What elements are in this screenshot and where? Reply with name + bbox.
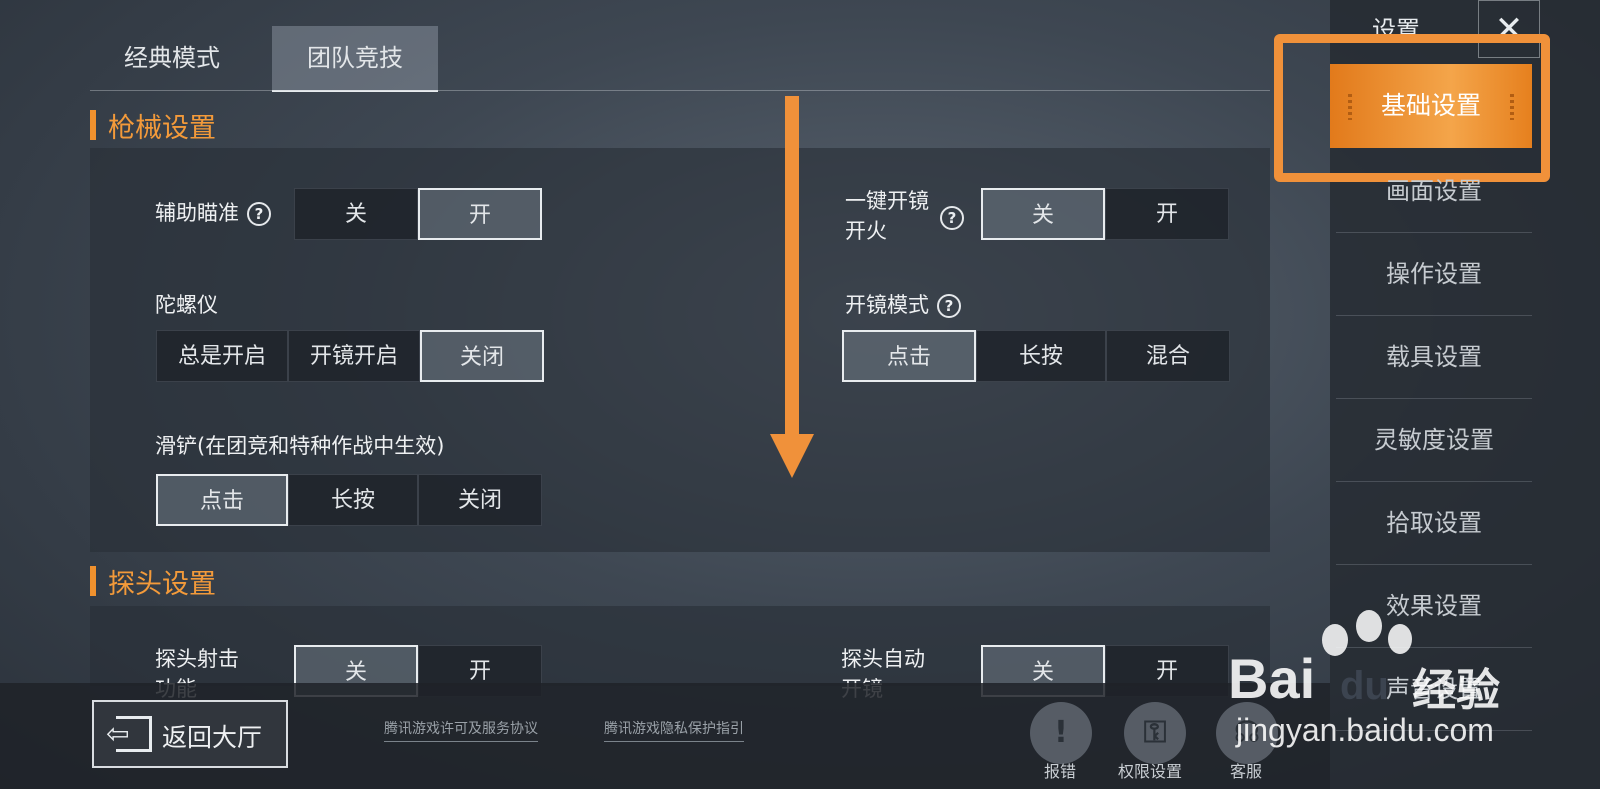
watermark-url: jingyan.baidu.com: [1236, 712, 1494, 748]
one-tap-scope-fire-off[interactable]: 关: [981, 188, 1105, 240]
license-agreement-link[interactable]: 腾讯游戏许可及服务协议: [384, 718, 538, 742]
one-tap-scope-fire-on[interactable]: 开: [1105, 188, 1229, 240]
tab-divider: [90, 90, 1270, 91]
sidebar-item-controls[interactable]: 操作设置: [1336, 233, 1532, 316]
scope-mode-hold[interactable]: 长按: [976, 330, 1106, 382]
section-accent-bar: [90, 566, 96, 596]
scope-mode-mixed[interactable]: 混合: [1106, 330, 1230, 382]
report-error-label: 报错: [1044, 762, 1077, 781]
permission-settings-label: 权限设置: [1118, 762, 1183, 781]
gyroscope-scope-on[interactable]: 开镜开启: [288, 330, 420, 382]
paw-icon: [1356, 610, 1382, 642]
watermark-brand: Bai: [1228, 647, 1316, 710]
paw-icon: [1322, 624, 1348, 656]
aim-assist-label: 辅助瞄准?: [155, 200, 271, 226]
privacy-guide-link[interactable]: 腾讯游戏隐私保护指引: [604, 718, 744, 742]
scope-mode-label: 开镜模式?: [845, 292, 961, 318]
watermark-brand-du: du: [1340, 664, 1389, 708]
gyroscope-label: 陀螺仪: [155, 293, 218, 317]
annotation-arrow-shaft: [785, 96, 799, 438]
tab-team-deathmatch[interactable]: 团队竞技: [272, 26, 438, 92]
back-to-lobby-label: 返回大厅: [162, 723, 263, 752]
aim-assist-on[interactable]: 开: [418, 188, 542, 240]
section-peek-title: 探头设置: [108, 569, 216, 600]
slide-tap[interactable]: 点击: [156, 474, 288, 526]
help-icon[interactable]: ?: [937, 294, 961, 318]
one-tap-scope-fire-label-line2: 开火: [845, 219, 887, 243]
one-tap-scope-fire-toggle[interactable]: 关 开: [981, 188, 1229, 242]
gyroscope-selector[interactable]: 总是开启 开镜开启 关闭: [156, 330, 544, 384]
slide-hold[interactable]: 长按: [288, 474, 418, 526]
slide-selector[interactable]: 点击 长按 关闭: [156, 474, 542, 528]
peek-auto-scope-label: 探头自动: [841, 647, 925, 671]
watermark-brand-jingyan: 经验: [1412, 665, 1500, 716]
back-to-lobby-button[interactable]: ⇦ 返回大厅: [92, 700, 288, 768]
back-arrow-icon: ⇦: [106, 717, 130, 750]
aim-assist-toggle[interactable]: 关 开: [294, 188, 542, 242]
sidebar-item-vehicle[interactable]: 载具设置: [1336, 316, 1532, 399]
peek-fire-label: 探头射击: [155, 647, 239, 671]
one-tap-scope-fire-label: 一键开镜: [845, 189, 929, 213]
help-icon[interactable]: ?: [247, 202, 271, 226]
gyroscope-always-on[interactable]: 总是开启: [156, 330, 288, 382]
tab-classic-mode[interactable]: 经典模式: [92, 26, 252, 90]
section-weapon-title: 枪械设置: [108, 113, 216, 144]
slide-off[interactable]: 关闭: [418, 474, 542, 526]
annotation-arrow-head: [770, 434, 814, 478]
paw-icon: [1388, 624, 1412, 654]
slide-label: 滑铲(在团竞和特种作战中生效): [155, 434, 445, 458]
scope-mode-selector[interactable]: 点击 长按 混合: [842, 330, 1230, 384]
aim-assist-off[interactable]: 关: [294, 188, 418, 240]
sidebar-item-graphics[interactable]: 画面设置: [1336, 150, 1532, 233]
gyroscope-off[interactable]: 关闭: [420, 330, 544, 382]
shield-key-icon[interactable]: ⚿: [1124, 702, 1186, 764]
sidebar-item-pickup[interactable]: 拾取设置: [1336, 482, 1532, 565]
sidebar-item-sensitivity[interactable]: 灵敏度设置: [1336, 399, 1532, 482]
customer-service-label: 客服: [1230, 762, 1263, 781]
scope-mode-tap[interactable]: 点击: [842, 330, 976, 382]
section-accent-bar: [90, 110, 96, 140]
help-icon[interactable]: ?: [940, 206, 964, 230]
warning-icon[interactable]: !: [1030, 702, 1092, 764]
